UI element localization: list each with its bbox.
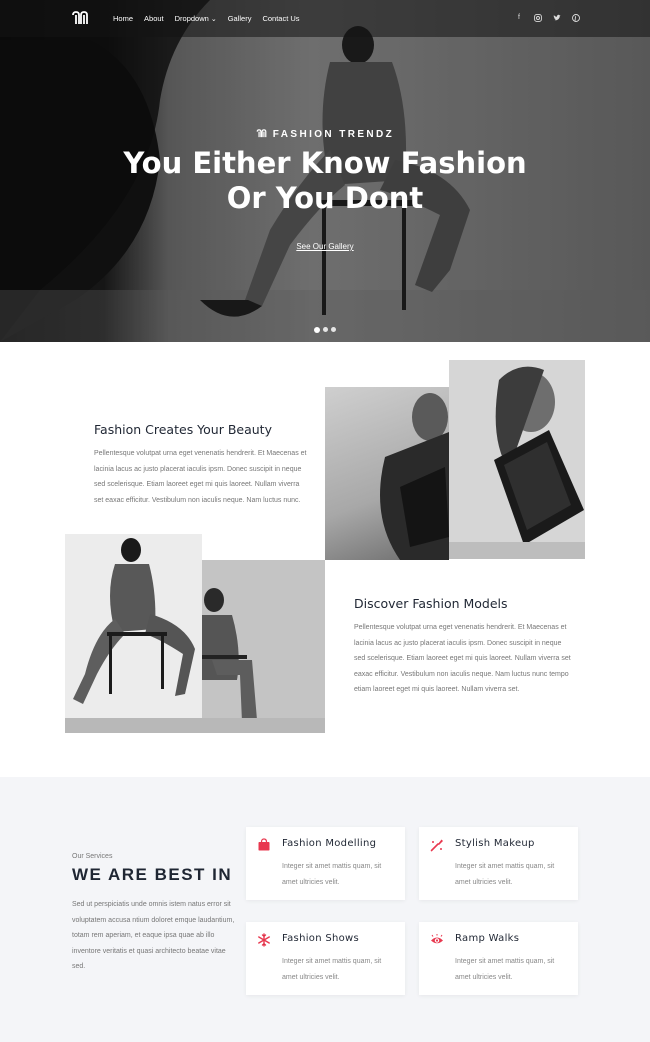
eye-icon	[431, 934, 443, 944]
chevron-down-icon: ⌄	[210, 16, 217, 23]
hero-title-line-1: You Either Know Fashion	[123, 146, 527, 180]
slider-dot-1[interactable]	[314, 326, 320, 333]
nav-item-about[interactable]: About	[144, 14, 164, 23]
services-section: Our Services WE ARE BEST IN Sed ut persp…	[0, 777, 650, 1042]
service-card-title: Stylish Makeup	[455, 838, 535, 849]
service-card-shows[interactable]: Fashion Shows Integer sit amet mattis qu…	[246, 922, 405, 995]
feature-body: Pellentesque volutpat urna eget venenati…	[354, 624, 571, 693]
service-card-title: Fashion Modelling	[282, 838, 377, 849]
model-photo-left	[325, 387, 449, 560]
snowflake-icon	[258, 933, 270, 947]
main-nav: Home About Dropdown ⌄ Gallery Contact Us	[113, 14, 311, 23]
services-eyebrow: Our Services	[72, 853, 113, 860]
see-gallery-link[interactable]: See Our Gallery	[296, 242, 353, 251]
facebook-icon[interactable]: f	[515, 14, 523, 22]
pinterest-icon[interactable]	[572, 14, 580, 22]
nav-item-dropdown-label: Dropdown	[174, 14, 209, 23]
slider-dot-2[interactable]	[323, 327, 328, 332]
model-photo-front	[65, 534, 202, 718]
feature-models: Discover Fashion Models Pellentesque vol…	[354, 596, 574, 698]
nav-item-home[interactable]: Home	[113, 14, 133, 23]
nav-item-gallery[interactable]: Gallery	[228, 14, 252, 23]
nav-item-dropdown[interactable]: Dropdown ⌄	[175, 14, 217, 23]
service-card-makeup[interactable]: Stylish Makeup Integer sit amet mattis q…	[419, 827, 578, 900]
photo-shadow-strip	[449, 542, 585, 559]
top-navbar: Home About Dropdown ⌄ Gallery Contact Us …	[0, 0, 650, 37]
service-card-title: Ramp Walks	[455, 933, 520, 944]
service-card-text: Integer sit amet mattis quam, sit amet u…	[282, 958, 382, 981]
brand-logo-icon[interactable]	[71, 11, 89, 25]
hero-title-line-2: Or You Dont	[226, 181, 424, 215]
photo-shadow-strip-bottom	[65, 718, 325, 733]
feature-title: Fashion Creates Your Beauty	[94, 422, 272, 437]
service-card-ramp[interactable]: Ramp Walks Integer sit amet mattis quam,…	[419, 922, 578, 995]
hero-cta-wrap: See Our Gallery	[0, 236, 650, 254]
brand-mini-logo-icon	[256, 129, 267, 138]
feature-body: Pellentesque volutpat urna eget venenati…	[94, 450, 307, 504]
hero-eyebrow-text: FASHION TRENDZ	[272, 129, 395, 140]
model-photo-back	[202, 560, 325, 733]
social-links: f	[515, 14, 580, 22]
hero-eyebrow: FASHION TRENDZ	[0, 129, 650, 140]
service-card-text: Integer sit amet mattis quam, sit amet u…	[455, 863, 555, 886]
feature-beauty: Fashion Creates Your Beauty Pellentesque…	[94, 422, 309, 508]
service-card-text: Integer sit amet mattis quam, sit amet u…	[282, 863, 382, 886]
hero-section: Home About Dropdown ⌄ Gallery Contact Us …	[0, 0, 650, 342]
slider-dots	[314, 326, 336, 333]
service-card-text: Integer sit amet mattis quam, sit amet u…	[455, 958, 555, 981]
service-card-modelling[interactable]: Fashion Modelling Integer sit amet matti…	[246, 827, 405, 900]
makeup-brush-icon	[430, 839, 443, 852]
model-photo-right	[449, 360, 585, 559]
shopping-bag-icon	[258, 838, 270, 851]
slider-dot-3[interactable]	[331, 327, 336, 332]
nav-item-contact[interactable]: Contact Us	[262, 14, 299, 23]
instagram-icon[interactable]	[534, 14, 542, 22]
services-title: WE ARE BEST IN	[72, 865, 233, 884]
feature-title: Discover Fashion Models	[354, 596, 508, 611]
service-card-title: Fashion Shows	[282, 933, 360, 944]
services-description: Sed ut perspiciatis unde omnis istem nat…	[72, 901, 235, 970]
hero-title: You Either Know Fashion Or You Dont	[0, 146, 650, 216]
twitter-icon[interactable]	[553, 14, 561, 22]
